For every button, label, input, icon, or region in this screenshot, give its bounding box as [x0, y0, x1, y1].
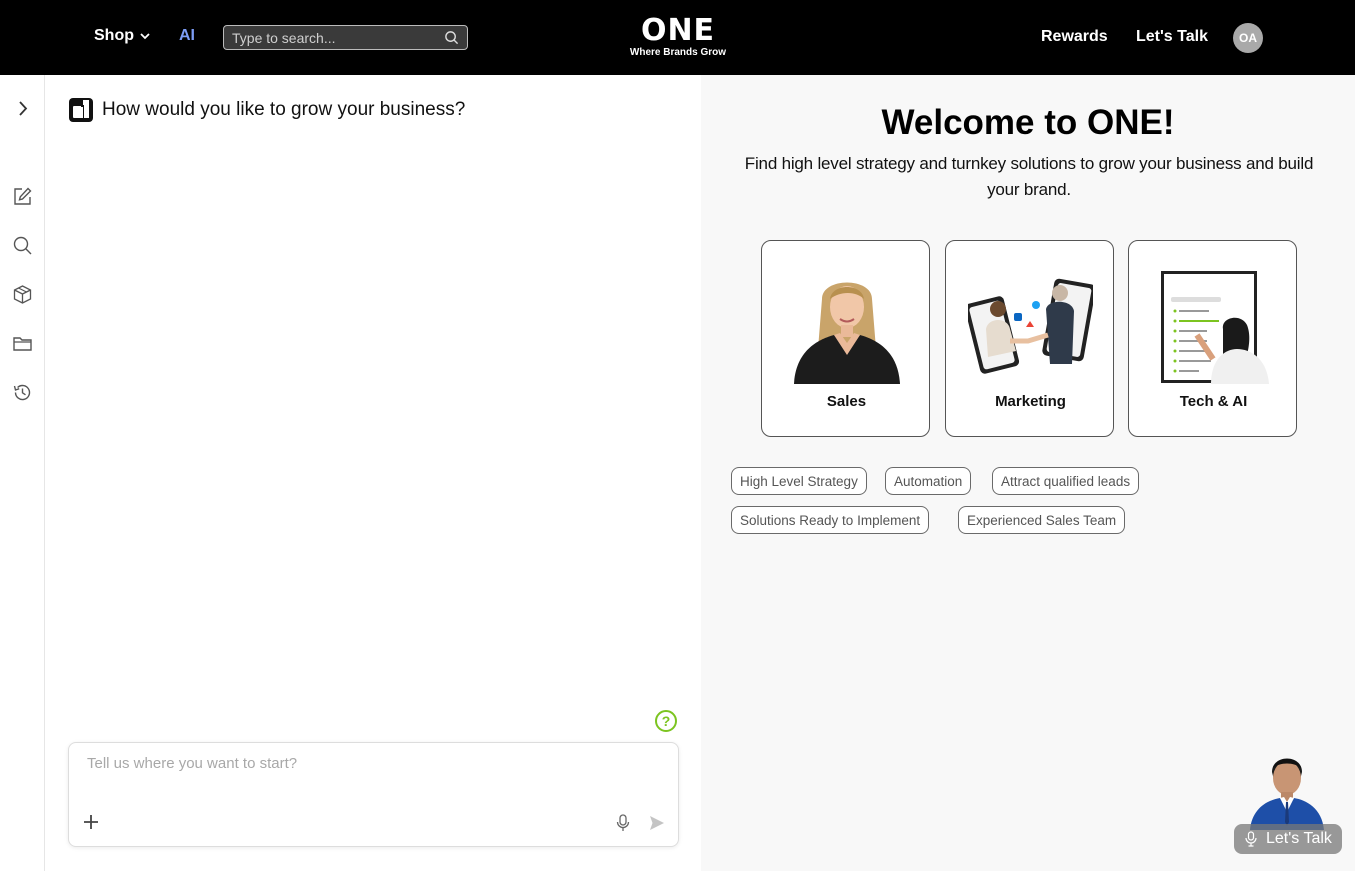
cube-icon: [13, 285, 32, 304]
one-mark-icon: [69, 98, 93, 122]
search-input[interactable]: [232, 29, 444, 46]
edit-icon: [14, 187, 32, 205]
shop-label: Shop: [94, 27, 134, 44]
welcome-subtitle: Find high level strategy and turnkey sol…: [744, 154, 1314, 199]
chevron-right-icon: [19, 101, 28, 116]
sidebar-search-button[interactable]: [12, 235, 33, 256]
one-logo[interactable]: ONE Where Brands Grow: [628, 16, 728, 59]
message-composer: [68, 742, 679, 847]
left-sidebar: [0, 75, 45, 871]
agent-button-label: Let's Talk: [1266, 830, 1332, 847]
top-navigation-bar: Shop AI ONE Where Brands Grow Rewards Le…: [0, 0, 1355, 75]
agent-avatar-image[interactable]: [1248, 750, 1324, 830]
send-icon[interactable]: [649, 815, 665, 831]
tech-ai-card-label: Tech & AI: [1179, 393, 1248, 410]
chip-attract-qualified-leads[interactable]: Attract qualified leads: [992, 467, 1140, 495]
message-input[interactable]: [87, 755, 657, 795]
folder-icon: [13, 337, 32, 351]
chat-header: How would you like to grow your business…: [68, 97, 465, 123]
plus-icon[interactable]: [82, 813, 100, 831]
category-card-tech-ai[interactable]: Tech & AI: [1128, 240, 1297, 437]
new-chat-button[interactable]: [12, 186, 33, 207]
chip-automation[interactable]: Automation: [885, 467, 972, 495]
products-button[interactable]: [12, 284, 33, 305]
category-card-marketing[interactable]: Marketing: [945, 240, 1114, 437]
sales-person-image: [794, 282, 900, 384]
files-button[interactable]: [12, 333, 33, 354]
search-box: [223, 25, 468, 50]
logo-tagline: Where Brands Grow: [629, 47, 727, 58]
history-icon: [13, 384, 31, 401]
marketing-handshake-image: [968, 278, 1093, 374]
rewards-link[interactable]: Rewards: [1041, 28, 1108, 46]
chat-panel: How would you like to grow your business…: [45, 75, 701, 871]
logo-wordmark: ONE: [640, 13, 716, 48]
lets-talk-agent-button[interactable]: Let's Talk: [1234, 824, 1342, 854]
history-button[interactable]: [12, 382, 33, 403]
lets-talk-link[interactable]: Let's Talk: [1136, 28, 1208, 46]
chip-experienced-sales-team[interactable]: Experienced Sales Team: [958, 506, 1126, 534]
search-icon: [13, 236, 32, 255]
welcome-title: Welcome to ONE!: [881, 103, 1175, 142]
shop-menu[interactable]: Shop: [94, 27, 150, 45]
chip-solutions-ready[interactable]: Solutions Ready to Implement: [731, 506, 930, 534]
microphone-icon: [1245, 831, 1257, 847]
tech-ai-screen-image: [1161, 271, 1269, 384]
marketing-card-label: Marketing: [995, 393, 1066, 410]
microphone-icon[interactable]: [615, 814, 631, 832]
sales-card-label: Sales: [826, 393, 867, 410]
help-button[interactable]: ?: [655, 710, 677, 732]
chip-high-level-strategy[interactable]: High Level Strategy: [731, 467, 867, 495]
chat-title: How would you like to grow your business…: [102, 99, 466, 120]
user-avatar[interactable]: OA: [1233, 23, 1263, 53]
expand-sidebar-button[interactable]: [12, 98, 33, 119]
chevron-down-icon: [140, 33, 150, 40]
ai-link[interactable]: AI: [179, 27, 195, 45]
search-icon[interactable]: [444, 30, 459, 45]
category-card-sales[interactable]: Sales: [761, 240, 930, 437]
